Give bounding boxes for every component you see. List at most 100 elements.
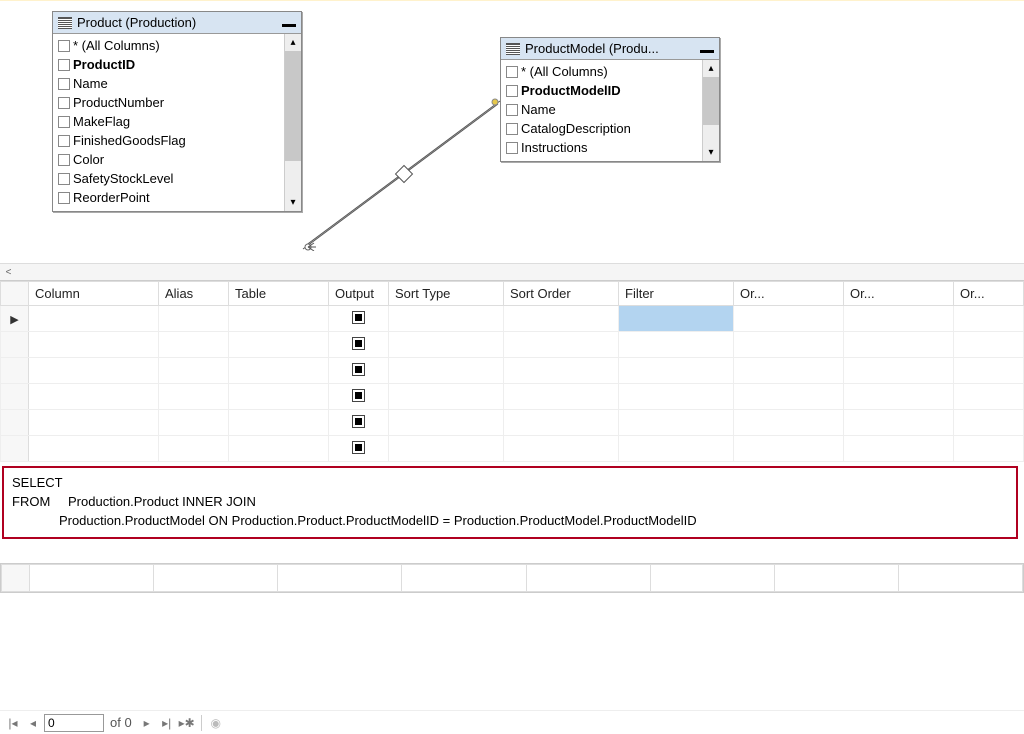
grid-cell[interactable] <box>844 358 954 384</box>
column-checkbox[interactable] <box>58 116 70 128</box>
grid-cell[interactable] <box>954 332 1024 358</box>
column-item[interactable]: MakeFlag <box>56 112 281 131</box>
column-checkbox[interactable] <box>506 142 518 154</box>
grid-cell[interactable] <box>389 358 504 384</box>
column-item[interactable]: SafetyStockLevel <box>56 169 281 188</box>
nav-record-input[interactable] <box>44 714 104 732</box>
scroll-up-icon[interactable]: ▴ <box>285 34 301 51</box>
grid-cell[interactable] <box>504 410 619 436</box>
grid-cell[interactable] <box>29 358 159 384</box>
column-item[interactable]: Instructions <box>504 138 699 157</box>
grid-row[interactable] <box>1 332 1024 358</box>
grid-row-header[interactable] <box>1 384 29 410</box>
column-item[interactable]: Color <box>56 150 281 169</box>
scrollbar-vertical[interactable]: ▴ ▾ <box>702 60 719 161</box>
table-product-columns[interactable]: * (All Columns)ProductIDNameProductNumbe… <box>53 34 284 211</box>
nav-next-button[interactable]: ▸ <box>138 714 156 732</box>
table-product-title-bar[interactable]: Product (Production) <box>53 12 301 34</box>
grid-cell[interactable] <box>734 306 844 332</box>
grid-cell[interactable] <box>734 436 844 462</box>
grid-header[interactable]: Table <box>229 282 329 306</box>
grid-cell[interactable] <box>504 306 619 332</box>
column-checkbox[interactable] <box>506 123 518 135</box>
minimize-icon[interactable] <box>700 50 714 53</box>
table-productmodel[interactable]: ProductModel (Produ... * (All Columns)Pr… <box>500 37 720 162</box>
grid-cell[interactable] <box>844 332 954 358</box>
output-checkbox-icon[interactable] <box>352 363 365 376</box>
grid-header[interactable]: Filter <box>619 282 734 306</box>
column-checkbox[interactable] <box>58 40 70 52</box>
grid-cell[interactable] <box>159 384 229 410</box>
grid-cell[interactable] <box>734 358 844 384</box>
results-pane[interactable] <box>0 563 1024 593</box>
grid-cell[interactable] <box>229 332 329 358</box>
column-checkbox[interactable] <box>58 173 70 185</box>
grid-row-header[interactable] <box>1 358 29 384</box>
scrollbar-vertical[interactable]: ▴ ▾ <box>284 34 301 211</box>
nav-stop-button[interactable]: ◉ <box>207 714 225 732</box>
grid-cell[interactable] <box>29 384 159 410</box>
grid-cell[interactable] <box>504 384 619 410</box>
grid-cell[interactable] <box>734 332 844 358</box>
grid-cell[interactable] <box>229 410 329 436</box>
grid-cell[interactable] <box>619 436 734 462</box>
grid-cell[interactable] <box>229 436 329 462</box>
grid-header[interactable]: Column <box>29 282 159 306</box>
grid-cell[interactable] <box>329 306 389 332</box>
grid-header[interactable]: Output <box>329 282 389 306</box>
grid-cell[interactable] <box>29 436 159 462</box>
grid-cell[interactable] <box>619 332 734 358</box>
grid-row[interactable] <box>1 358 1024 384</box>
table-product[interactable]: Product (Production) * (All Columns)Prod… <box>52 11 302 212</box>
grid-header[interactable]: Alias <box>159 282 229 306</box>
grid-header[interactable]: Or... <box>844 282 954 306</box>
grid-header[interactable]: Sort Order <box>504 282 619 306</box>
grid-cell[interactable] <box>29 410 159 436</box>
grid-header[interactable]: Or... <box>734 282 844 306</box>
column-item[interactable]: CatalogDescription <box>504 119 699 138</box>
grid-cell[interactable] <box>844 410 954 436</box>
join-relationship-line[interactable] <box>300 91 510 251</box>
grid-cell[interactable] <box>619 384 734 410</box>
grid-cell[interactable] <box>619 358 734 384</box>
scroll-down-icon[interactable]: ▾ <box>285 194 301 211</box>
grid-cell[interactable] <box>504 358 619 384</box>
output-checkbox-icon[interactable] <box>352 441 365 454</box>
column-checkbox[interactable] <box>506 66 518 78</box>
grid-cell[interactable] <box>389 436 504 462</box>
nav-new-button[interactable]: ▸✱ <box>178 714 196 732</box>
output-checkbox-icon[interactable] <box>352 415 365 428</box>
grid-row-header[interactable] <box>1 410 29 436</box>
grid-cell[interactable] <box>504 436 619 462</box>
grid-cell[interactable] <box>844 306 954 332</box>
grid-cell[interactable] <box>619 306 734 332</box>
column-checkbox[interactable] <box>58 59 70 71</box>
grid-row[interactable] <box>1 410 1024 436</box>
column-checkbox[interactable] <box>506 85 518 97</box>
diagram-pane[interactable]: Product (Production) * (All Columns)Prod… <box>0 0 1024 280</box>
column-item[interactable]: FinishedGoodsFlag <box>56 131 281 150</box>
diagram-h-scrollbar[interactable]: < <box>0 263 1024 280</box>
table-productmodel-columns[interactable]: * (All Columns)ProductModelIDNameCatalog… <box>501 60 702 161</box>
grid-cell[interactable] <box>954 436 1024 462</box>
grid-cell[interactable] <box>29 332 159 358</box>
grid-row-header[interactable] <box>1 436 29 462</box>
column-checkbox[interactable] <box>58 135 70 147</box>
grid-header[interactable]: Sort Type <box>389 282 504 306</box>
column-checkbox[interactable] <box>58 97 70 109</box>
grid-cell[interactable] <box>504 332 619 358</box>
grid-cell[interactable] <box>389 384 504 410</box>
column-item[interactable]: ProductID <box>56 55 281 74</box>
grid-cell[interactable] <box>29 306 159 332</box>
nav-prev-button[interactable]: ◂ <box>24 714 42 732</box>
grid-cell[interactable] <box>229 306 329 332</box>
grid-cell[interactable] <box>329 384 389 410</box>
grid-row[interactable]: ▶ <box>1 306 1024 332</box>
column-item[interactable]: * (All Columns) <box>56 36 281 55</box>
grid-cell[interactable] <box>159 332 229 358</box>
grid-cell[interactable] <box>329 332 389 358</box>
column-item[interactable]: ProductModelID <box>504 81 699 100</box>
grid-cell[interactable] <box>844 384 954 410</box>
grid-cell[interactable] <box>844 436 954 462</box>
grid-cell[interactable] <box>954 358 1024 384</box>
